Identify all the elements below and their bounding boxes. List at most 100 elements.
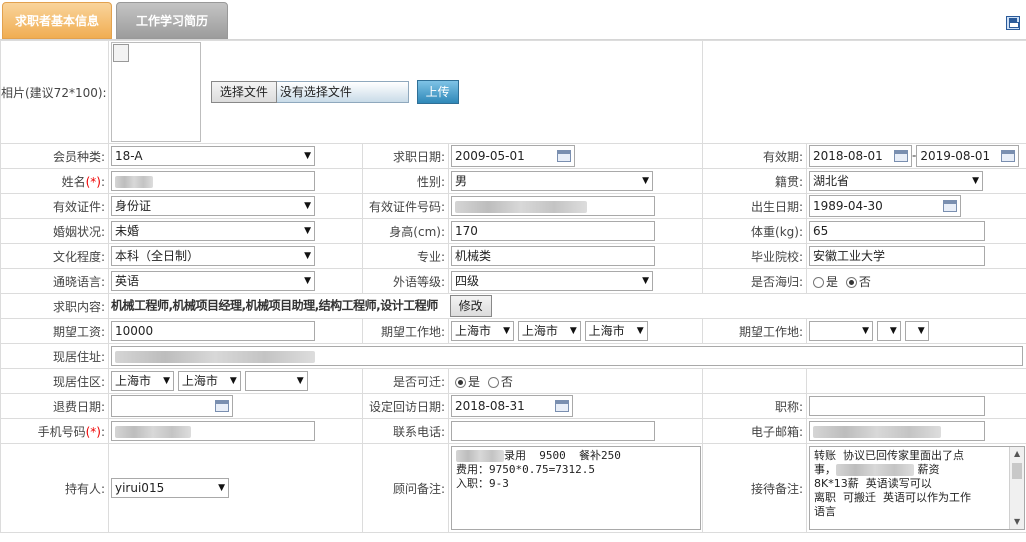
- overseas-label: 是否海归:: [702, 268, 808, 294]
- redacted-mobile: [115, 425, 191, 438]
- calendar-icon[interactable]: [943, 200, 958, 212]
- salary-label: 期望工资:: [0, 318, 109, 344]
- relocate-no-label: 否: [500, 374, 513, 389]
- job-date-label: 求职日期:: [362, 143, 449, 169]
- mobile-input[interactable]: [111, 421, 315, 441]
- overseas-yes-radio[interactable]: [813, 276, 825, 288]
- choose-file-button[interactable]: 选择文件: [210, 81, 277, 103]
- redacted-id-number: [455, 200, 587, 213]
- photo-thumbnail: [111, 42, 201, 142]
- reception-note-textarea[interactable]: 转账 协议已回传家里面出了点 事， 薪资 8K*13薪 英语读写可以 离职 可搬…: [809, 446, 1026, 530]
- upload-button[interactable]: 上传: [416, 80, 459, 104]
- work-place2-district-select[interactable]: [904, 321, 929, 341]
- id-type-select[interactable]: 身份证: [111, 196, 315, 216]
- district-area-select[interactable]: [244, 371, 308, 391]
- language-level-select[interactable]: 四级: [451, 271, 653, 291]
- save-icon[interactable]: [1006, 16, 1020, 30]
- job-title-input[interactable]: [809, 396, 986, 416]
- profile-form: 相片(建议72*100): 选择文件没有选择文件 上传 会员种类: 18-A 求…: [0, 40, 1026, 533]
- work-place2-city-select[interactable]: [876, 321, 901, 341]
- tab-basic-info[interactable]: 求职者基本信息: [2, 2, 112, 39]
- revisit-date-input[interactable]: 2018-08-31: [451, 395, 573, 417]
- holder-select[interactable]: yirui015: [111, 478, 229, 498]
- consultant-note-textarea[interactable]: 录用 9500 餐补250 费用：9750*0.75=7312.5 入职：9-3: [451, 446, 701, 530]
- redacted-email: [813, 425, 942, 438]
- edit-job-content-button[interactable]: 修改: [449, 295, 492, 317]
- relocate-yes-label: 是: [468, 374, 481, 389]
- work-place2-label: 期望工作地:: [702, 318, 808, 344]
- scroll-up-icon[interactable]: ▲: [1010, 447, 1024, 461]
- validity-start-input[interactable]: 2018-08-01: [809, 145, 913, 167]
- file-name-display: 没有选择文件: [276, 81, 409, 103]
- redacted-text: [836, 464, 915, 476]
- height-input[interactable]: 170: [451, 221, 655, 241]
- calendar-icon[interactable]: [555, 400, 569, 412]
- scroll-down-icon[interactable]: ▼: [1010, 515, 1024, 529]
- member-type-label: 会员种类:: [0, 143, 109, 169]
- major-label: 专业:: [362, 243, 449, 269]
- calendar-icon[interactable]: [215, 400, 229, 412]
- gender-label: 性别:: [362, 168, 449, 194]
- address-label: 现居住址:: [0, 343, 109, 369]
- refund-date-label: 退费日期:: [0, 393, 109, 419]
- native-place-select[interactable]: 湖北省: [809, 171, 984, 191]
- id-type-label: 有效证件:: [0, 193, 109, 219]
- textarea-scrollbar[interactable]: ▲ ▼: [1009, 447, 1025, 529]
- district-city-select[interactable]: 上海市: [177, 371, 241, 391]
- weight-label: 体重(kg):: [702, 218, 808, 244]
- photo-label: 相片(建议72*100):: [0, 40, 109, 144]
- education-select[interactable]: 本科（全日制）: [111, 246, 315, 266]
- work-place2-province-select[interactable]: [809, 321, 874, 341]
- overseas-no-radio[interactable]: [845, 276, 857, 288]
- language-select[interactable]: 英语: [111, 271, 315, 291]
- validity-label: 有效期:: [702, 143, 808, 169]
- calendar-icon[interactable]: [1001, 150, 1016, 162]
- overseas-no-label: 否: [858, 274, 871, 289]
- marital-label: 婚姻状况:: [0, 218, 109, 244]
- calendar-icon[interactable]: [894, 150, 909, 162]
- work-province-select[interactable]: 上海市: [451, 321, 514, 341]
- school-input[interactable]: 安徽工业大学: [809, 246, 986, 266]
- address-input[interactable]: [111, 346, 1023, 366]
- marital-select[interactable]: 未婚: [111, 221, 315, 241]
- id-number-input[interactable]: [451, 196, 655, 216]
- work-district-select[interactable]: 上海市: [584, 321, 648, 341]
- reception-note-label: 接待备注:: [702, 443, 808, 533]
- refund-date-input[interactable]: [111, 395, 233, 417]
- school-label: 毕业院校:: [702, 243, 808, 269]
- relocate-yes-radio[interactable]: [455, 376, 466, 388]
- salary-input[interactable]: 10000: [111, 321, 315, 341]
- language-level-label: 外语等级:: [362, 268, 449, 294]
- redacted-name: [115, 175, 153, 188]
- id-number-label: 有效证件号码:: [362, 193, 449, 219]
- overseas-yes-label: 是: [826, 274, 839, 289]
- holder-label: 持有人:: [0, 443, 109, 533]
- major-input[interactable]: 机械类: [451, 246, 655, 266]
- phone-input[interactable]: [451, 421, 655, 441]
- tab-work-history[interactable]: 工作学习简历: [116, 2, 228, 39]
- email-label: 电子邮箱:: [702, 418, 808, 444]
- job-date-input[interactable]: 2009-05-01: [451, 145, 575, 167]
- phone-label: 联系电话:: [362, 418, 449, 444]
- weight-input[interactable]: 65: [809, 221, 986, 241]
- member-type-select[interactable]: 18-A: [111, 146, 315, 166]
- revisit-date-label: 设定回访日期:: [362, 393, 449, 419]
- validity-end-input[interactable]: 2019-08-01: [916, 145, 1020, 167]
- gender-select[interactable]: 男: [451, 171, 653, 191]
- name-input[interactable]: [111, 171, 315, 191]
- calendar-icon[interactable]: [557, 150, 571, 162]
- district-province-select[interactable]: 上海市: [111, 371, 174, 391]
- validity-start-value: 2018-08-01: [813, 149, 883, 163]
- email-input[interactable]: [809, 421, 986, 441]
- district-label: 现居住区:: [0, 368, 109, 394]
- scroll-thumb[interactable]: [1012, 463, 1023, 479]
- education-label: 文化程度:: [0, 243, 109, 269]
- work-place-label: 期望工作地:: [362, 318, 449, 344]
- relocate-no-radio[interactable]: [487, 376, 499, 388]
- work-city-select[interactable]: 上海市: [517, 321, 581, 341]
- birth-date-value: 1989-04-30: [813, 199, 883, 213]
- consultant-note-label: 顾问备注:: [362, 443, 449, 533]
- revisit-date-value: 2018-08-31: [455, 399, 525, 413]
- birth-date-input[interactable]: 1989-04-30: [809, 195, 962, 217]
- tab-bar: 求职者基本信息 工作学习简历: [0, 0, 1026, 40]
